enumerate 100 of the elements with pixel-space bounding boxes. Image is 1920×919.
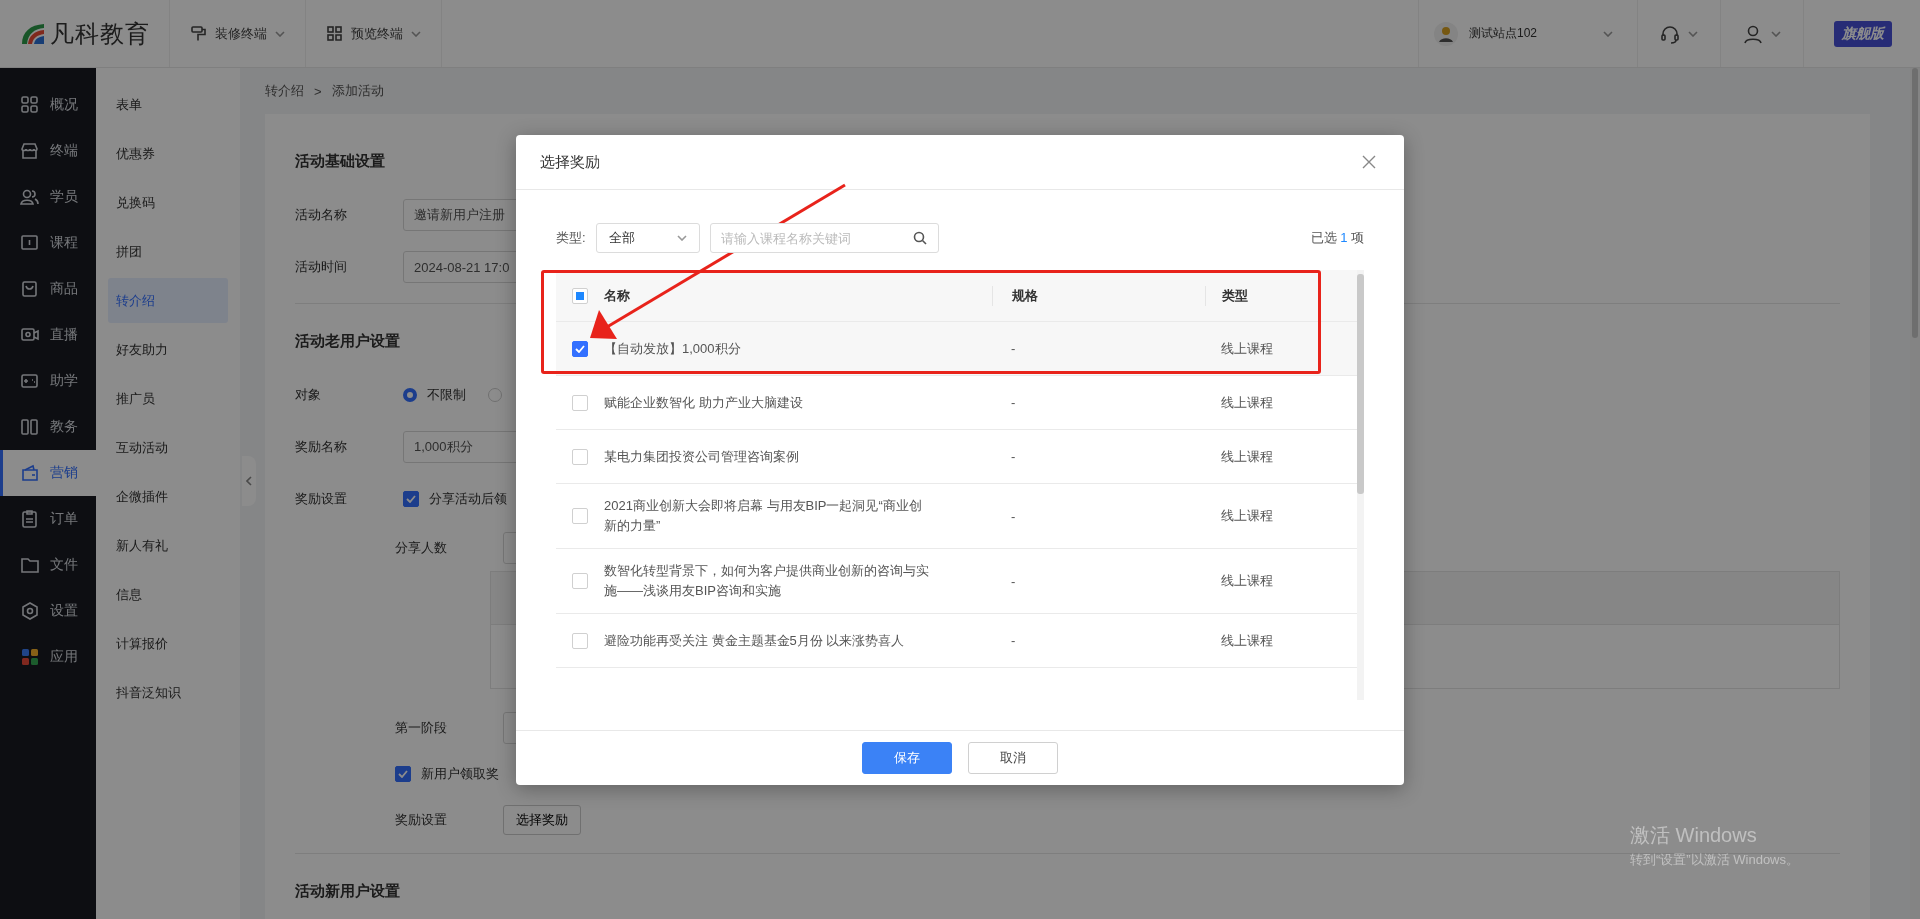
table-cell: 线上课程 (1221, 632, 1273, 648)
table-cell: 线上课程 (1221, 448, 1273, 464)
nav-item[interactable]: 订单 (0, 496, 96, 542)
filter-label: 类型: (556, 229, 586, 247)
nav-item[interactable]: 教务 (0, 404, 96, 450)
nav-item[interactable]: 文件 (0, 542, 96, 588)
sub-nav-item[interactable]: 信息 (108, 572, 228, 617)
sub-nav-item[interactable]: 好友助力 (108, 327, 228, 372)
checkbox[interactable] (403, 491, 419, 507)
sub-nav-item[interactable]: 转介绍 (108, 278, 228, 323)
columns-icon (20, 417, 40, 437)
sub-nav-item[interactable]: 表单 (108, 82, 228, 127)
table-cell: - (1011, 508, 1016, 524)
sub-nav-item[interactable]: 优惠券 (108, 131, 228, 176)
field-label: 分享人数 (395, 539, 448, 557)
breadcrumb-link[interactable]: 转介绍 (265, 82, 304, 100)
apps-icon (20, 647, 40, 667)
sub-nav-item[interactable]: 企微插件 (108, 474, 228, 519)
caret-icon (676, 235, 687, 241)
breadcrumb-separator: > (314, 83, 322, 99)
caret-icon (1603, 30, 1613, 37)
field-label: 奖励设置 (395, 811, 448, 829)
save-button[interactable]: 保存 (862, 742, 952, 774)
users-icon (20, 187, 40, 207)
nav-item[interactable]: 学员 (0, 174, 96, 220)
field-label: 奖励设置 (295, 490, 348, 508)
column-header: 类型 (1222, 286, 1248, 305)
chevron-left-icon (246, 476, 252, 486)
nav-item[interactable]: 课程 (0, 220, 96, 266)
choose-reward-button[interactable]: 选择奖励 (503, 805, 581, 835)
table-cell-text: 某电力集团投资公司管理咨询案例 (604, 447, 800, 466)
option-label: 新用户领取奖 (421, 765, 499, 783)
collapse-handle[interactable] (242, 456, 256, 506)
gear-icon (20, 601, 40, 621)
table-cell: - (1011, 395, 1016, 410)
sub-nav-item[interactable]: 计算报价 (108, 621, 228, 666)
table-cell: 线上课程 (1221, 573, 1273, 588)
cancel-button[interactable]: 取消 (968, 742, 1058, 774)
table-cell: 线上课程 (1221, 508, 1273, 523)
bag-icon (20, 279, 40, 299)
nav-item[interactable]: 直播 (0, 312, 96, 358)
sub-nav-item[interactable]: 兑换码 (108, 180, 228, 225)
field-label: 对象 (295, 386, 322, 404)
store-icon (20, 141, 40, 161)
user-icon (1743, 23, 1763, 44)
nav-item[interactable]: 设置 (0, 588, 96, 634)
dialog-title: 选择奖励 (540, 152, 600, 172)
toolbar-button[interactable]: 装修终端 (170, 0, 306, 67)
toolbar-button[interactable]: 预览终端 (306, 0, 442, 67)
field-label: 奖励名称 (295, 438, 348, 456)
table-cell-text: 赋能企业数智化 助力产业大脑建设 (604, 393, 804, 412)
check-icon (406, 495, 416, 503)
radio-button[interactable] (403, 388, 417, 402)
table-cell-text: 2021商业创新大会即将启幕 与用友BIP一起洞见“商业创新的力量” (604, 497, 923, 535)
checkbox[interactable] (395, 766, 411, 782)
logo-text: 凡科教育 (50, 18, 150, 49)
scrollbar-thumb[interactable] (1912, 68, 1918, 338)
table-cell: - (1011, 449, 1016, 464)
type-dropdown[interactable]: 全部 (595, 223, 700, 253)
grid-icon (20, 95, 40, 115)
sub-nav-item[interactable]: 推广员 (108, 376, 228, 421)
checkbox[interactable] (572, 340, 588, 357)
table-cell-text: 避险功能再受关注 黄金主题基金5月份 以来涨势喜人 (604, 631, 906, 650)
clipboard-icon (20, 509, 40, 529)
table-cell: - (1011, 341, 1016, 356)
sub-nav-item[interactable]: 互动活动 (108, 425, 228, 470)
folder-icon (20, 555, 40, 575)
table-cell: 线上课程 (1221, 340, 1273, 356)
sub-nav-item[interactable]: 拼团 (108, 229, 228, 274)
search-icon (912, 231, 927, 245)
option-label: 不限制 (427, 386, 466, 404)
sub-nav-item[interactable]: 抖音泛知识 (108, 670, 228, 715)
search-field[interactable]: 请输入课程名称关键词 (709, 223, 939, 253)
headset-icon (1660, 23, 1680, 44)
table-cell-text: 数智化转型背景下，如何为客户提供商业创新的咨询与实施——浅谈用友BIP咨询和实施 (604, 562, 930, 600)
grid-icon (326, 25, 343, 42)
table-cell-text: 【自动发放】1,000积分 (604, 339, 742, 358)
check-icon (398, 770, 408, 778)
section-title: 活动新用户设置 (295, 881, 400, 901)
section-title: 活动老用户设置 (295, 331, 400, 351)
caret-icon (411, 30, 421, 37)
nav-item[interactable]: 商品 (0, 266, 96, 312)
nav-item[interactable]: 助学 (0, 358, 96, 404)
caret-icon (1688, 30, 1698, 37)
nav-item[interactable]: 终端 (0, 128, 96, 174)
table-cell: - (1011, 633, 1016, 648)
site-switcher[interactable]: 测试站点102 (1418, 0, 1638, 67)
scrollbar-thumb[interactable] (1357, 274, 1364, 494)
nav-item[interactable]: 概况 (0, 82, 96, 128)
breadcrumb-link[interactable]: 添加活动 (331, 82, 384, 100)
field-label: 活动时间 (295, 258, 348, 276)
close-icon (1362, 155, 1376, 169)
section-title: 活动基础设置 (295, 151, 385, 171)
nav-item[interactable]: 应用 (0, 634, 96, 680)
column-header: 规格 (1012, 286, 1038, 305)
caret-icon (275, 30, 285, 37)
avatar-icon (1433, 20, 1459, 47)
sub-nav-item[interactable]: 新人有礼 (108, 523, 228, 568)
nav-item[interactable]: 营销 (0, 450, 96, 496)
option-label: 分享活动后领 (429, 490, 507, 508)
